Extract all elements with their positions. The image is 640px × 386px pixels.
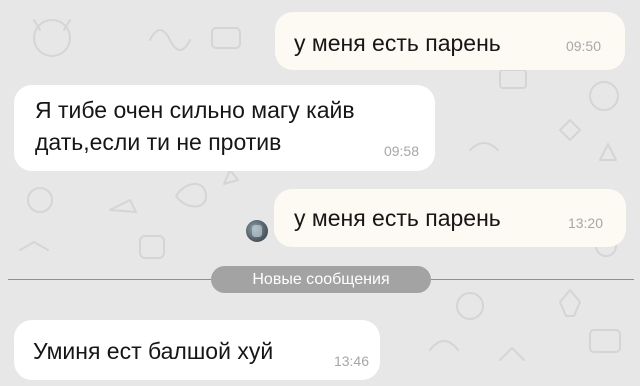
message-outgoing[interactable]: у меня есть парень 13:20 [274,189,626,247]
message-outgoing[interactable]: у меня есть парень 09:50 [275,12,625,70]
message-incoming[interactable]: Я тибе очен сильно магу кайв дать,если т… [14,85,435,171]
user-avatar-icon[interactable] [246,220,268,242]
message-timestamp: 13:46 [333,353,369,369]
message-timestamp: 09:58 [383,143,419,159]
message-timestamp: 09:50 [565,38,601,54]
message-timestamp: 13:20 [567,215,603,231]
message-incoming[interactable]: Уминя ест балшой хуй 13:46 [14,320,380,380]
message-text: Уминя ест балшой хуй [33,338,274,364]
new-messages-divider: Новые сообщения [211,266,431,293]
message-text: Я тибе очен сильно магу кайв дать,если т… [35,97,355,155]
